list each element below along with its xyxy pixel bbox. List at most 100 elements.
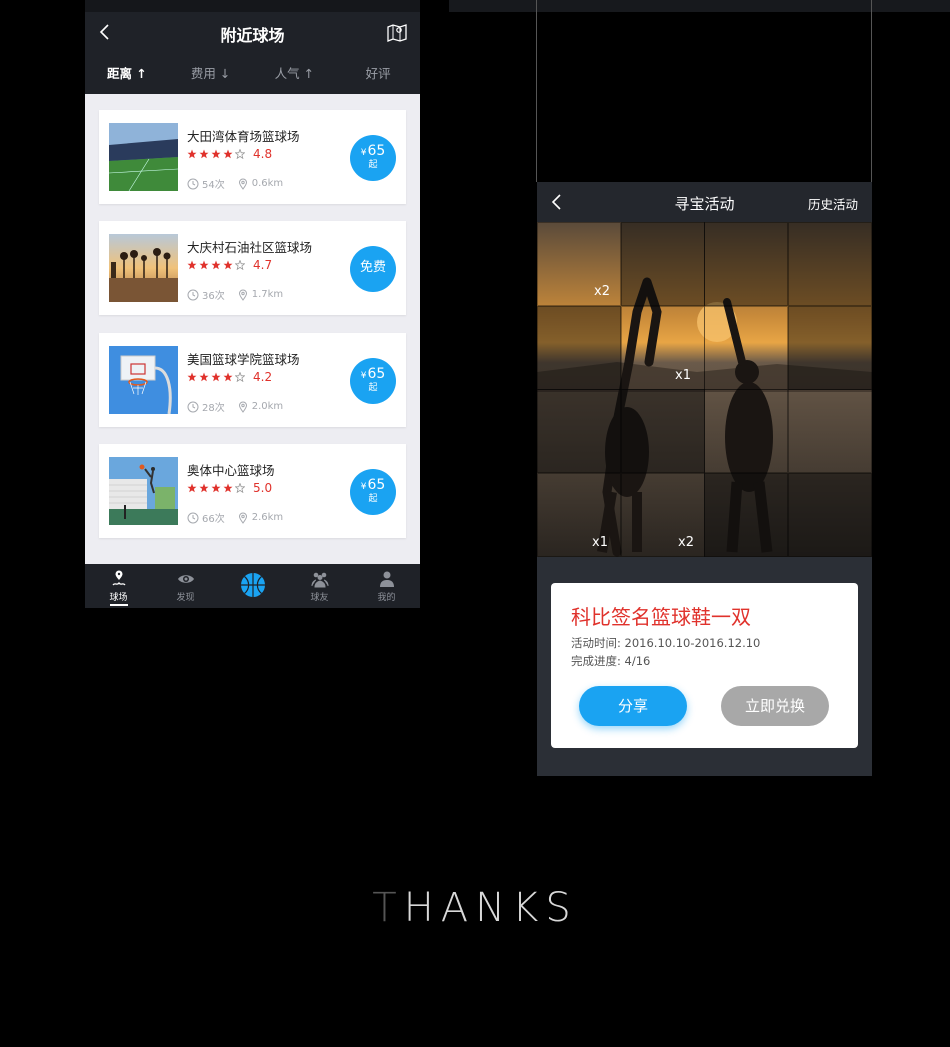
sort-cost[interactable]: 费用 ↓ (169, 62, 253, 86)
puzzle-photo-grid: x2 x1 x1 x2 (537, 222, 872, 557)
star-filled-icon (211, 372, 221, 382)
price-amount: 65 (367, 366, 386, 382)
court-photo-outdoor-players (109, 457, 178, 525)
status-bar (85, 0, 420, 12)
progress-value: 4/16 (624, 654, 651, 668)
court-card[interactable]: 美国篮球学院篮球场 4.2 28次 2.0km ¥65 起 (99, 333, 406, 427)
court-card[interactable]: 大庆村石油社区篮球场 4.7 36次 1.7km 免费 (99, 221, 406, 315)
top-nav-bar: 附近球场 距离 ↑ 费用 ↓ 人气 ↑ 好评 (85, 0, 420, 94)
share-button[interactable]: 分享 (579, 686, 687, 726)
grid-cell[interactable] (788, 222, 872, 306)
tab-discover[interactable]: 发现 (152, 564, 219, 608)
tab-label: 球友 (310, 593, 329, 603)
grid-cell[interactable] (537, 389, 621, 473)
thanks-text: THANKS (0, 885, 950, 931)
history-activities-link[interactable]: 历史活动 (808, 194, 858, 213)
star-filled-icon (187, 260, 197, 270)
progress-label: 完成进度: (571, 654, 621, 668)
grid-cell[interactable] (788, 389, 872, 473)
court-pin-icon (111, 570, 126, 586)
completion-progress: 完成进度: 4/16 (571, 653, 650, 669)
price-suffix: 起 (368, 160, 378, 170)
distance: 1.7km (251, 289, 284, 300)
star-filled-icon (223, 260, 233, 270)
grid-cell[interactable] (704, 473, 788, 557)
device-frame-outline (536, 0, 872, 182)
tab-me[interactable]: 我的 (353, 564, 420, 608)
price-amount: 65 (367, 143, 386, 159)
thanks-rest: HANKS (403, 885, 578, 931)
court-meta: 66次 2.6km (187, 510, 283, 525)
grid-cell[interactable] (704, 222, 788, 306)
star-rating (187, 149, 245, 159)
star-empty-icon (235, 483, 245, 493)
star-filled-icon (199, 372, 209, 382)
court-name: 大庆村石油社区篮球场 (187, 240, 313, 255)
redeem-button[interactable]: 立即兑换 (721, 686, 829, 726)
sort-popularity[interactable]: 人气 ↑ (253, 62, 337, 86)
price-badge[interactable]: ¥65 起 (350, 358, 396, 404)
location-pin-icon (238, 512, 247, 524)
star-filled-icon (199, 260, 209, 270)
grid-cell[interactable]: x2 (537, 222, 621, 306)
price-badge[interactable]: ¥65 起 (350, 135, 396, 181)
activity-time-value: 2016.10.10-2016.12.10 (624, 636, 761, 650)
grid-cell[interactable] (704, 389, 788, 473)
court-card[interactable]: 奥体中心篮球场 5.0 66次 2.6km ¥65 起 (99, 444, 406, 538)
tab-basketball[interactable] (219, 564, 286, 608)
top-nav-bar: 寻宝活动 历史活动 (537, 182, 872, 222)
currency-symbol: ¥ (360, 482, 367, 492)
sort-rating[interactable]: 好评 (336, 62, 420, 86)
visit-count: 54次 (202, 180, 225, 191)
star-empty-icon (235, 260, 245, 270)
prize-title: 科比签名篮球鞋一双 (571, 605, 751, 629)
price-suffix: 起 (368, 494, 378, 504)
court-photo-hoop (109, 346, 178, 414)
visit-count: 28次 (202, 403, 225, 414)
rating: 4.7 (187, 258, 272, 272)
activity-time-label: 活动时间: (571, 636, 621, 650)
tab-label: 我的 (377, 593, 396, 603)
grid-cell[interactable]: x1 (537, 473, 621, 557)
grid-cell[interactable] (621, 222, 705, 306)
court-photo-sunset-palms (109, 234, 178, 302)
star-filled-icon (211, 483, 221, 493)
map-icon[interactable] (386, 22, 408, 42)
location-pin-icon (238, 289, 247, 301)
grid-cell[interactable]: x1 (675, 306, 788, 390)
sort-distance[interactable]: 距离 ↑ (85, 62, 169, 86)
currency-symbol: ¥ (360, 148, 367, 158)
bottom-tab-bar: 球场 发现 球友 我的 (85, 564, 420, 608)
price-badge[interactable]: ¥65 起 (350, 469, 396, 515)
grid-cell[interactable] (621, 306, 705, 390)
clock-icon (187, 401, 199, 412)
eye-icon (177, 575, 194, 583)
grid-cell[interactable] (621, 389, 705, 473)
grid-cell[interactable]: x2 (621, 473, 705, 557)
star-filled-icon (211, 260, 221, 270)
price-badge[interactable]: 免费 (350, 246, 396, 292)
grid-multiplier: x2 (678, 535, 694, 550)
tab-friends[interactable]: 球友 (286, 564, 353, 608)
star-filled-icon (187, 149, 197, 159)
treasure-hunt-screen: 寻宝活动 历史活动 x2 x1 x1 x2 科比签名篮球鞋一双 活动时间: 20… (537, 182, 872, 776)
tab-courts[interactable]: 球场 (85, 564, 152, 608)
clock-icon (187, 178, 199, 189)
star-filled-icon (223, 149, 233, 159)
court-name: 大田湾体育场篮球场 (187, 129, 300, 144)
basketball-icon (240, 573, 265, 597)
tab-label: 球场 (109, 593, 128, 603)
grid-cell[interactable] (788, 306, 872, 390)
court-name: 美国篮球学院篮球场 (187, 352, 300, 367)
rating-score: 4.8 (253, 147, 273, 161)
star-rating (187, 260, 245, 270)
distance: 0.6km (251, 178, 284, 189)
price-suffix: 起 (368, 383, 378, 393)
rating-score: 4.2 (253, 370, 273, 384)
activity-time: 活动时间: 2016.10.10-2016.12.10 (571, 635, 760, 651)
grid-cell[interactable] (537, 306, 621, 390)
grid-cell[interactable] (788, 473, 872, 557)
grid-multiplier: x2 (594, 284, 610, 299)
court-name: 奥体中心篮球场 (187, 463, 275, 478)
court-card[interactable]: 大田湾体育场篮球场 4.8 54次 0.6km ¥65 起 (99, 110, 406, 204)
